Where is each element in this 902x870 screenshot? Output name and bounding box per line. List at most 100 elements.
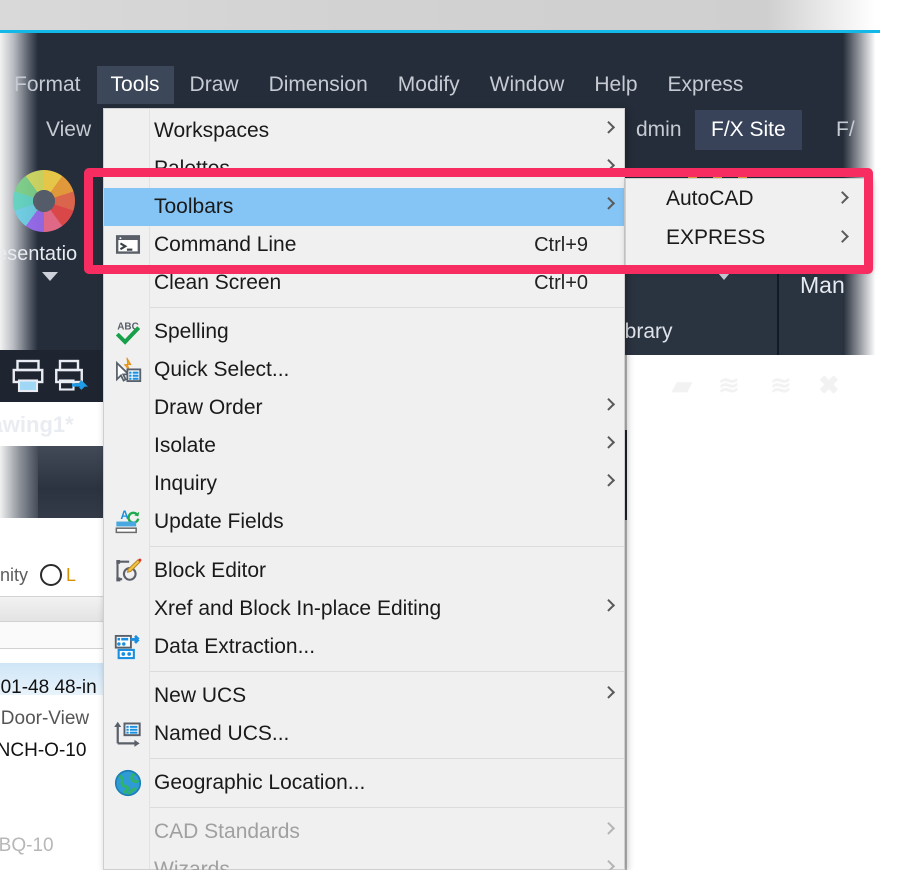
submenu-item-autocad[interactable]: AutoCAD bbox=[626, 179, 869, 218]
list-option-label: nity bbox=[0, 564, 29, 585]
no-icon bbox=[112, 153, 144, 185]
menu-item-command-line[interactable]: Command Line Ctrl+9 bbox=[104, 226, 624, 264]
menu-separator bbox=[150, 307, 624, 308]
list-item[interactable]: BBQ-10 bbox=[0, 835, 54, 857]
menu-item-label: Workspaces bbox=[154, 119, 270, 142]
no-icon bbox=[112, 468, 144, 500]
chevron-right-icon bbox=[602, 859, 616, 870]
print-preview-icon[interactable] bbox=[50, 358, 94, 394]
menu-item-toolbars[interactable]: Toolbars bbox=[104, 188, 624, 226]
color-wheel-icon bbox=[13, 170, 75, 232]
list-option-row: nity L bbox=[0, 556, 104, 594]
quick-select-icon bbox=[112, 354, 144, 386]
named-ucs-icon bbox=[112, 718, 144, 750]
no-icon bbox=[112, 115, 144, 147]
list-item[interactable]: 101-48 48-in bbox=[0, 677, 97, 699]
menubar-item-tools[interactable]: Tools bbox=[96, 66, 174, 104]
menu-item-workspaces[interactable]: Workspaces bbox=[104, 112, 624, 150]
menu-item-spelling[interactable]: ABC Spelling bbox=[104, 313, 624, 351]
menubar-item-dimension[interactable]: Dimension bbox=[255, 66, 382, 104]
menu-item-palettes[interactable]: Palettes bbox=[104, 150, 624, 188]
chevron-right-icon bbox=[836, 190, 849, 204]
window-top-strip bbox=[0, 0, 902, 30]
submenu-item-label: EXPRESS bbox=[666, 225, 766, 249]
menu-item-label: Palettes bbox=[154, 157, 230, 180]
menu-item-update-fields[interactable]: A Update Fields bbox=[104, 503, 624, 541]
menu-item-inquiry[interactable]: Inquiry bbox=[104, 465, 624, 503]
toolbars-submenu[interactable]: AutoCAD EXPRESS bbox=[625, 178, 870, 268]
menu-item-block-editor[interactable]: Block Editor bbox=[104, 552, 624, 590]
manager-label: Man bbox=[800, 272, 845, 298]
no-icon bbox=[112, 854, 144, 870]
divider bbox=[0, 648, 104, 649]
menu-item-wizards: Wizards bbox=[104, 851, 624, 870]
menubar-item-modify[interactable]: Modify bbox=[384, 66, 474, 104]
menu-item-named-ucs[interactable]: Named UCS... bbox=[104, 715, 624, 753]
no-icon bbox=[112, 267, 144, 299]
column-header-band bbox=[0, 597, 104, 621]
menu-item-clean-screen[interactable]: Clean Screen Ctrl+0 bbox=[104, 264, 624, 302]
no-icon bbox=[112, 816, 144, 848]
ghost-toolbar-icon: ✖ bbox=[818, 370, 840, 400]
menu-item-label: Wizards bbox=[154, 858, 230, 870]
no-icon bbox=[112, 191, 144, 223]
menu-item-new-ucs[interactable]: New UCS bbox=[104, 677, 624, 715]
chevron-down-icon[interactable] bbox=[718, 273, 730, 280]
submenu-item-express[interactable]: EXPRESS bbox=[626, 218, 869, 257]
menu-item-label: New UCS bbox=[154, 684, 247, 707]
menu-item-draw-order[interactable]: Draw Order bbox=[104, 389, 624, 427]
data-extraction-icon bbox=[112, 631, 144, 663]
menu-item-label: Named UCS... bbox=[154, 722, 290, 745]
menu-separator bbox=[150, 807, 624, 808]
ribbon-tab-f-x-site[interactable]: F/X Site bbox=[695, 110, 802, 150]
panel-divider bbox=[777, 268, 779, 355]
ghost-toolbar-icon: ▰ bbox=[672, 370, 692, 400]
menu-item-data-extraction[interactable]: Data Extraction... bbox=[104, 628, 624, 666]
spelling-icon: ABC bbox=[112, 316, 144, 348]
chevron-right-icon bbox=[836, 229, 849, 243]
tools-dropdown-menu[interactable]: Workspaces Palettes Toolbars Command Line C… bbox=[103, 108, 625, 870]
print-icon[interactable] bbox=[6, 358, 50, 394]
ribbon-tab-dmin[interactable]: dmin bbox=[620, 110, 698, 150]
menubar-item-draw[interactable]: Draw bbox=[176, 66, 253, 104]
menu-item-label: Inquiry bbox=[154, 472, 218, 495]
radio-button[interactable] bbox=[40, 564, 63, 586]
no-icon bbox=[112, 430, 144, 462]
menubar-item-window[interactable]: Window bbox=[476, 66, 579, 104]
no-icon bbox=[112, 392, 144, 424]
filter-row-band bbox=[0, 622, 104, 648]
submenu-item-label: AutoCAD bbox=[666, 186, 754, 210]
command-line-icon bbox=[112, 229, 144, 261]
chevron-right-icon bbox=[602, 158, 616, 172]
list-item[interactable]: k Door-View bbox=[0, 708, 89, 730]
menu-item-geographic-location[interactable]: Geographic Location... bbox=[104, 764, 624, 802]
menu-item-isolate[interactable]: Isolate bbox=[104, 427, 624, 465]
menu-item-shortcut: Ctrl+9 bbox=[534, 233, 588, 256]
menu-item-label: CAD Standards bbox=[154, 820, 300, 843]
menubar-item-help[interactable]: Help bbox=[580, 66, 651, 104]
no-icon bbox=[112, 680, 144, 712]
chevron-right-icon bbox=[602, 685, 616, 699]
menu-item-label: Clean Screen bbox=[154, 271, 282, 294]
menu-bar: Format Tools Draw Dimension Modify Window Help… bbox=[0, 62, 880, 108]
menu-item-cad-standards: CAD Standards bbox=[104, 813, 624, 851]
chevron-right-icon bbox=[602, 196, 616, 210]
menubar-item-format[interactable]: Format bbox=[0, 66, 95, 104]
radio-label: L bbox=[66, 564, 77, 585]
menubar-item-express[interactable]: Express bbox=[654, 66, 758, 104]
update-fields-icon: A bbox=[112, 506, 144, 538]
menu-item-label: Update Fields bbox=[154, 510, 284, 533]
menu-item-label: Quick Select... bbox=[154, 358, 290, 381]
menu-item-label: Data Extraction... bbox=[154, 635, 316, 658]
right-white-pane bbox=[625, 355, 902, 870]
ribbon-tab-view[interactable]: View bbox=[30, 110, 107, 150]
chevron-right-icon bbox=[602, 397, 616, 411]
chevron-right-icon bbox=[602, 473, 616, 487]
ribbon-tab-f-[interactable]: F/ bbox=[820, 110, 871, 150]
menu-item-xref-and-block-in-place-editing[interactable]: Xref and Block In-place Editing bbox=[104, 590, 624, 628]
chevron-down-icon[interactable] bbox=[42, 272, 58, 281]
menu-separator bbox=[150, 546, 624, 547]
list-item[interactable]: ENCH-O-10 bbox=[0, 740, 86, 762]
menu-item-quick-select[interactable]: Quick Select... bbox=[104, 351, 624, 389]
menu-item-shortcut: Ctrl+0 bbox=[534, 271, 588, 294]
